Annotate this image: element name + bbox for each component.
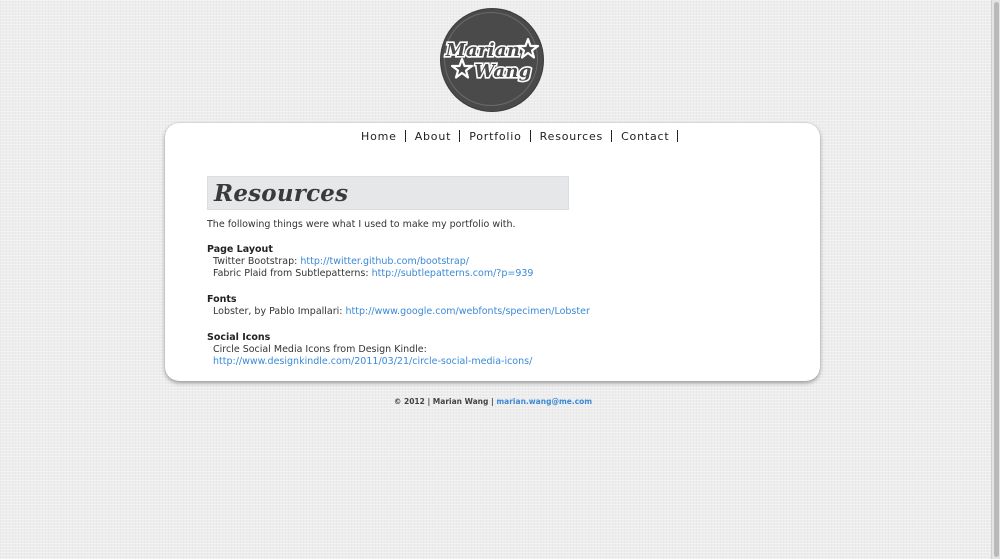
list-item: Circle Social Media Icons from Design Ki… — [207, 344, 427, 357]
vertical-scrollbar[interactable] — [991, 0, 1000, 559]
section-heading-page-layout: Page Layout — [207, 244, 273, 255]
designkindle-link[interactable]: http://www.designkindle.com/2011/03/21/c… — [213, 356, 532, 367]
nav-about[interactable]: About — [415, 130, 460, 143]
content-card: Home About Portfolio Resources Contact R… — [165, 123, 820, 381]
footer: © 2012 | Marian Wang | marian.wang@me.co… — [0, 397, 986, 406]
logo-text-line2: Wang — [474, 61, 531, 82]
nav-home[interactable]: Home — [361, 130, 405, 143]
list-item: http://www.designkindle.com/2011/03/21/c… — [207, 356, 532, 369]
nav-portfolio[interactable]: Portfolio — [469, 130, 529, 143]
page-title: Resources — [214, 180, 349, 207]
intro-text: The following things were what I used to… — [207, 219, 516, 230]
nav-divider — [404, 130, 406, 142]
section-heading-social-icons: Social Icons — [207, 332, 271, 343]
resource-label: Lobster, by Pablo Impallari: — [213, 306, 346, 317]
list-item: Fabric Plaid from Subtlepatterns: http:/… — [207, 268, 533, 281]
nav-divider — [459, 130, 461, 142]
star-icon — [516, 37, 540, 59]
resource-label: Fabric Plaid from Subtlepatterns: — [213, 268, 372, 279]
nav-contact[interactable]: Contact — [621, 130, 677, 143]
lobster-font-link[interactable]: http://www.google.com/webfonts/specimen/… — [346, 306, 590, 317]
list-item: Twitter Bootstrap: http://twitter.github… — [207, 256, 469, 269]
nav-divider — [611, 130, 613, 142]
logo-graphic: Marian Wang — [443, 37, 540, 84]
logo-text-line1: Marian — [445, 40, 520, 61]
site-logo[interactable]: Marian Wang — [441, 9, 543, 111]
nav-divider — [529, 130, 531, 142]
footer-copyright: © 2012 | Marian Wang | — [393, 397, 497, 406]
subtlepatterns-link[interactable]: http://subtlepatterns.com/?p=939 — [372, 268, 534, 279]
nav-divider — [677, 130, 679, 142]
bootstrap-link[interactable]: http://twitter.github.com/bootstrap/ — [300, 256, 469, 267]
resource-label: Circle Social Media Icons from Design Ki… — [213, 344, 427, 355]
list-item: Lobster, by Pablo Impallari: http://www.… — [207, 306, 590, 319]
page-title-box: Resources — [207, 176, 569, 210]
footer-email-link[interactable]: marian.wang@me.com — [496, 397, 592, 406]
main-nav: Home About Portfolio Resources Contact — [361, 129, 687, 143]
resource-label: Twitter Bootstrap: — [213, 256, 301, 267]
nav-resources[interactable]: Resources — [540, 130, 611, 143]
section-heading-fonts: Fonts — [207, 294, 237, 305]
scrollbar-thumb[interactable] — [994, 2, 999, 557]
star-icon — [450, 57, 474, 79]
